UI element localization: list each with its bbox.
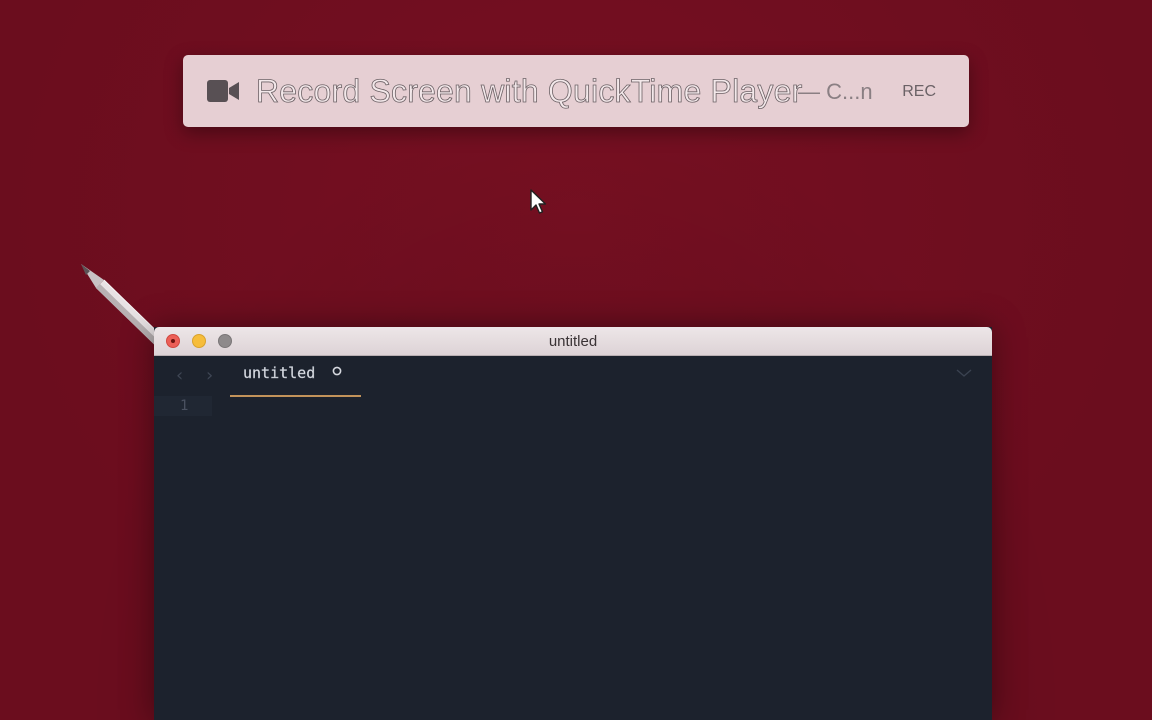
unsaved-dot-icon[interactable]: [332, 366, 342, 376]
window-titlebar[interactable]: untitled: [154, 327, 992, 356]
search-result-suffix: — C...n: [798, 79, 873, 104]
window-title: untitled: [548, 333, 598, 350]
editor-window[interactable]: untitled ‹ › untitled 1: [154, 327, 992, 720]
chevron-down-icon[interactable]: [956, 368, 972, 378]
tab-label: untitled: [243, 364, 316, 382]
rec-action-hint[interactable]: REC: [902, 83, 936, 101]
gutter-line: 1: [154, 396, 212, 416]
spotlight-search-bar[interactable]: Record Screen with QuickTime Player — C.…: [183, 55, 969, 127]
video-camera-icon: [207, 80, 239, 102]
editor-text-area[interactable]: [212, 396, 992, 720]
search-query-text[interactable]: Record Screen with QuickTime Player: [256, 71, 803, 111]
mouse-pointer-icon: [530, 189, 547, 214]
line-number: 1: [180, 398, 189, 414]
tab-bar: ‹ › untitled: [154, 356, 992, 397]
chevron-left-icon[interactable]: ‹: [176, 365, 183, 386]
tab-untitled[interactable]: untitled: [230, 356, 361, 397]
chevron-right-icon[interactable]: ›: [206, 365, 213, 386]
